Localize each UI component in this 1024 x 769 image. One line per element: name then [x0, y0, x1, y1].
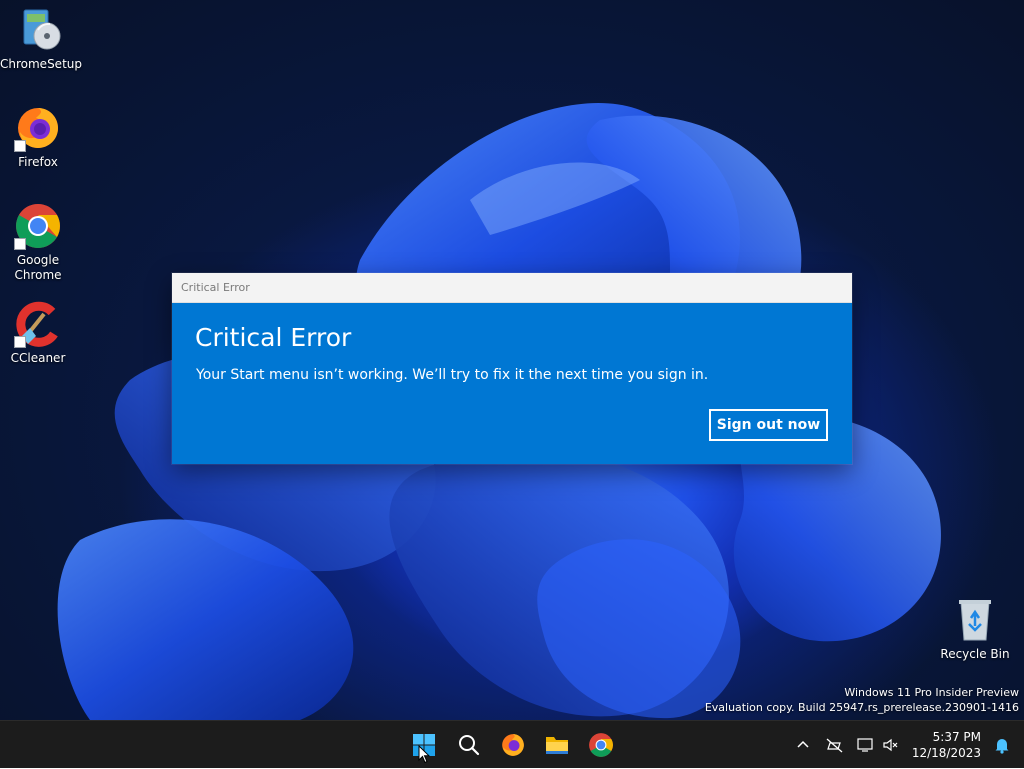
search-button[interactable] — [451, 727, 487, 763]
network-status-button[interactable] — [824, 733, 846, 757]
show-hidden-icons-button[interactable] — [794, 733, 812, 757]
installer-cd-icon — [14, 6, 62, 54]
dialog-titlebar[interactable]: Critical Error — [172, 273, 852, 303]
desktop-icon-label: ChromeSetup — [0, 57, 82, 71]
folder-icon — [546, 737, 568, 754]
dialog-heading: Critical Error — [195, 323, 352, 352]
network-disconnected-icon — [826, 738, 843, 753]
file-explorer-taskbar-button[interactable] — [539, 727, 575, 763]
desktop-icon-label: Firefox — [18, 155, 58, 169]
firefox-taskbar-button[interactable] — [495, 727, 531, 763]
desktop-icon-recycle-bin[interactable]: Recycle Bin — [937, 596, 1013, 662]
mouse-cursor-icon — [418, 745, 430, 764]
desktop-icon-google-chrome[interactable]: Google Chrome — [0, 202, 76, 283]
taskbar: 5:37 PM 12/18/2023 — [0, 720, 1024, 768]
clock-button[interactable]: 5:37 PM 12/18/2023 — [912, 729, 981, 761]
dialog-body: Critical Error Your Start menu isn’t wor… — [172, 303, 852, 464]
ccleaner-icon — [14, 300, 62, 348]
desktop-icon-firefox[interactable]: Firefox — [0, 104, 76, 170]
chevron-up-icon — [797, 740, 809, 748]
desktop-icon-chromesetup[interactable]: ChromeSetup — [0, 6, 82, 72]
firefox-icon — [14, 104, 62, 152]
desktop-icon-label: Recycle Bin — [940, 647, 1010, 661]
desktop-icon-label: CCleaner — [10, 351, 66, 365]
chrome-icon — [589, 733, 613, 757]
watermark-edition: Windows 11 Pro Insider Preview — [844, 686, 1019, 699]
shortcut-arrow-icon — [14, 140, 26, 152]
chrome-taskbar-button[interactable] — [583, 727, 619, 763]
clock-date: 12/18/2023 — [911, 746, 981, 760]
shortcut-arrow-icon — [14, 336, 26, 348]
desktop-icon-ccleaner[interactable]: CCleaner — [0, 300, 76, 366]
firefox-icon — [502, 734, 524, 756]
volume-button[interactable] — [880, 733, 902, 757]
chrome-icon — [14, 202, 62, 250]
volume-muted-icon — [883, 738, 898, 752]
notification-bell-icon — [995, 739, 1009, 754]
watermark-build: Evaluation copy. Build 25947.rs_prerelea… — [704, 701, 1019, 714]
notifications-button[interactable] — [990, 733, 1014, 757]
dialog-message: Your Start menu isn’t working. We’ll try… — [196, 367, 709, 383]
desktop: ChromeSetup Firefox Google Chrome CClean… — [0, 0, 1024, 720]
sign-out-now-button[interactable]: Sign out now — [709, 409, 828, 441]
critical-error-dialog: Critical Error Critical Error Your Start… — [172, 273, 852, 464]
search-icon — [459, 735, 480, 756]
recycle-bin-icon — [951, 596, 999, 644]
shortcut-arrow-icon — [14, 238, 26, 250]
display-icon — [857, 738, 873, 752]
clock-time: 5:37 PM — [932, 730, 981, 744]
display-button[interactable] — [855, 733, 877, 757]
system-tray: 5:37 PM 12/18/2023 — [784, 721, 1024, 769]
desktop-icon-label: Google Chrome — [14, 253, 62, 282]
evaluation-watermark: Windows 11 Pro Insider Preview Evaluatio… — [705, 685, 1019, 715]
